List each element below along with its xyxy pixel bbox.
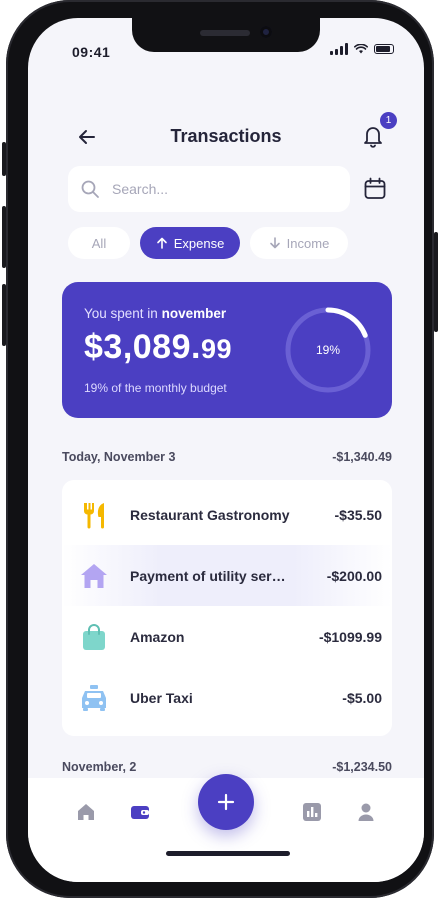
summary-amount: $3,089.99 bbox=[84, 328, 232, 367]
day-group-date: November, 2 bbox=[62, 760, 137, 774]
status-time: 09:41 bbox=[72, 44, 111, 60]
transaction-name: Payment of utility services bbox=[130, 567, 290, 584]
day-group-total: -$1,234.50 bbox=[332, 760, 392, 774]
search-icon bbox=[81, 180, 99, 198]
transaction-row[interactable]: Uber Taxi -$5.00 bbox=[62, 667, 392, 728]
wallet-icon bbox=[131, 806, 149, 819]
filter-all-label: All bbox=[91, 235, 107, 251]
summary-amount-main: $3,089. bbox=[84, 328, 201, 366]
summary-heading: You spent in november bbox=[84, 306, 226, 321]
phone-mute-switch bbox=[2, 142, 6, 176]
budget-progress-label: 19% bbox=[315, 343, 341, 357]
day-group-header: November, 2 -$1,234.50 bbox=[62, 760, 392, 774]
summary-budget-text: 19% of the monthly budget bbox=[84, 381, 227, 395]
transaction-amount: -$35.50 bbox=[334, 506, 382, 523]
home-icon bbox=[78, 804, 94, 820]
plus-icon bbox=[217, 793, 235, 811]
day-group-date: Today, November 3 bbox=[62, 450, 176, 464]
arrow-up-icon bbox=[156, 237, 167, 249]
home-indicator bbox=[166, 851, 290, 856]
transaction-amount: -$1099.99 bbox=[318, 628, 382, 645]
bar-chart-icon bbox=[303, 803, 321, 821]
status-icons bbox=[330, 43, 394, 55]
transaction-row[interactable]: Amazon -$1099.99 bbox=[62, 606, 392, 667]
transaction-amount: -$5.00 bbox=[342, 689, 382, 706]
day-group-header: Today, November 3 -$1,340.49 bbox=[62, 450, 392, 464]
phone-frame: 09:41 Transactions 1 Search... All Expen… bbox=[2, 0, 438, 898]
wifi-icon bbox=[354, 44, 368, 54]
nav-statistics[interactable] bbox=[300, 800, 324, 824]
add-transaction-button[interactable] bbox=[198, 774, 254, 830]
speaker-grille bbox=[200, 30, 250, 36]
transaction-name: Restaurant Gastronomy bbox=[130, 506, 290, 523]
arrow-down-icon bbox=[269, 237, 280, 249]
nav-profile[interactable] bbox=[354, 800, 378, 824]
calendar-button[interactable] bbox=[362, 176, 388, 202]
notch bbox=[132, 18, 320, 52]
shopping-bag-icon bbox=[78, 621, 110, 653]
filter-all[interactable]: All bbox=[68, 227, 130, 259]
summary-amount-cents: 99 bbox=[200, 334, 232, 364]
transaction-row[interactable]: Payment of utility services -$200.00 bbox=[62, 545, 392, 606]
search-box[interactable] bbox=[68, 166, 350, 212]
transaction-amount: -$200.00 bbox=[326, 567, 382, 584]
nav-home[interactable] bbox=[74, 800, 98, 824]
summary-prefix: You spent in bbox=[84, 306, 162, 321]
search-input[interactable] bbox=[110, 180, 334, 198]
notification-badge: 1 bbox=[380, 112, 397, 129]
phone-power-button bbox=[434, 232, 438, 332]
transaction-row[interactable]: Restaurant Gastronomy -$35.50 bbox=[62, 484, 392, 545]
calendar-icon bbox=[364, 177, 386, 199]
summary-month: november bbox=[161, 306, 227, 321]
front-camera bbox=[260, 26, 272, 38]
fork-knife-icon bbox=[78, 499, 110, 531]
user-icon bbox=[358, 803, 374, 821]
transaction-name: Uber Taxi bbox=[130, 689, 193, 706]
nav-wallet[interactable] bbox=[128, 800, 152, 824]
filter-expense[interactable]: Expense bbox=[140, 227, 240, 259]
spending-summary-card: You spent in november $3,089.99 19% of t… bbox=[62, 282, 392, 418]
filter-income-label: Income bbox=[286, 235, 330, 251]
transactions-list: Restaurant Gastronomy -$35.50 Payment of… bbox=[62, 480, 392, 736]
battery-icon bbox=[374, 44, 394, 54]
bottom-navigation bbox=[28, 774, 424, 882]
signal-icon bbox=[330, 43, 348, 55]
taxi-icon bbox=[78, 682, 110, 714]
filter-expense-label: Expense bbox=[173, 235, 225, 251]
filter-income[interactable]: Income bbox=[250, 227, 348, 259]
phone-volume-up bbox=[2, 206, 6, 268]
house-icon bbox=[78, 560, 110, 592]
app-screen: 09:41 Transactions 1 Search... All Expen… bbox=[28, 18, 424, 882]
day-group-total: -$1,340.49 bbox=[332, 450, 392, 464]
transaction-name: Amazon bbox=[130, 628, 185, 645]
phone-volume-down bbox=[2, 284, 6, 346]
